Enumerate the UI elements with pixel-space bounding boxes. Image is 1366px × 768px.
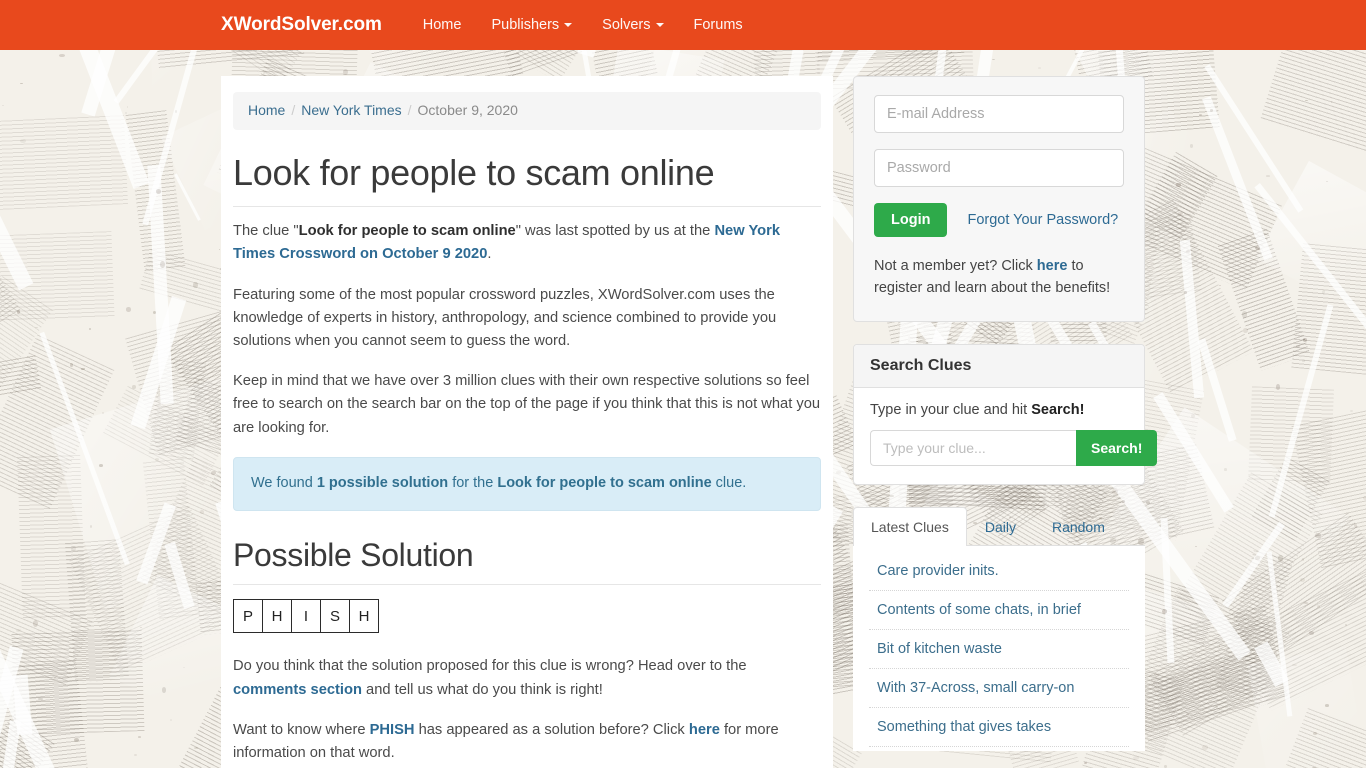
register-here-link[interactable]: here [1037,258,1068,274]
main-content-card: Home / New York Times / October 9, 2020 Look… [221,76,833,768]
intro-clue: Look for people to scam online [298,223,516,240]
site-brand[interactable]: XWordSolver.com [221,0,382,50]
solution-letter-cell: P [233,599,263,634]
search-panel-heading: Search Clues [854,345,1144,389]
register-prefix: Not a member yet? Click [874,258,1037,274]
breadcrumb: Home / New York Times / October 9, 2020 [233,92,821,130]
search-clues-panel: Search Clues Type in your clue and hit S… [853,344,1158,486]
search-hint-bold: Search! [1031,402,1085,419]
search-hint: Type in your clue and hit Search! [870,402,1128,418]
clue-link[interactable]: Contents of some chats, in brief [869,591,1129,629]
search-input[interactable] [870,430,1076,467]
list-item: Contents of some chats, in brief [869,591,1129,631]
about-paragraph: Featuring some of the most popular cross… [233,286,777,349]
clues-tabs-panel: Latest Clues Daily Random Care provider … [853,507,1145,752]
alert-suffix: clue. [711,474,747,491]
wrong-prefix: Do you think that the solution proposed … [233,658,747,675]
latest-clues-list: Care provider inits. Contents of some ch… [853,546,1145,752]
clue-intro-paragraph: The clue "Look for people to scam online… [233,220,821,266]
wrong-solution-paragraph: Do you think that the solution proposed … [233,655,821,701]
clue-link[interactable]: Bit of kitchen waste [869,630,1129,668]
solution-letter-cell: I [291,599,321,634]
solution-letter-cell: H [349,599,379,634]
comments-section-link[interactable]: comments section [233,682,362,698]
intro-suffix: . [487,246,492,263]
word-middle: has appeared as a solution before? Click [414,721,689,738]
forgot-password-link[interactable]: Forgot Your Password? [967,212,1118,228]
alert-prefix: We found [251,474,317,491]
page-title: Look for people to scam online [233,152,821,208]
nav-item-home-label: Home [422,17,462,33]
alert-clue: Look for people to scam online [497,474,712,491]
list-item: Bit of kitchen waste [869,630,1129,670]
search-button[interactable]: Search! [1076,430,1158,467]
solution-word-link[interactable]: PHISH [370,722,415,738]
word-prefix: Want to know where [233,721,370,738]
login-actions-row: Login Forgot Your Password? [874,203,1124,237]
search-input-group: Search! [870,430,1158,467]
top-navbar: XWordSolver.com Home Publishers Solvers … [0,0,1366,50]
breadcrumb-separator: / [407,102,412,118]
clue-link[interactable]: With 37-Across, small carry-on [869,669,1129,707]
alert-middle: for the [448,474,498,491]
register-note: Not a member yet? Click here to register… [874,255,1124,299]
tab-random[interactable]: Random [1034,507,1123,546]
breadcrumb-date: October 9, 2020 [417,102,518,118]
tab-daily[interactable]: Daily [967,507,1034,546]
sidebar: Login Forgot Your Password? Not a member… [853,76,1158,752]
intro-middle: " was last spotted by us at the [515,223,715,240]
clue-tabs: Latest Clues Daily Random [853,507,1145,547]
nav-item-publishers[interactable]: Publishers [476,0,587,50]
breadcrumb-publisher[interactable]: New York Times [301,102,401,118]
email-field[interactable] [874,95,1124,133]
list-item: With 37-Across, small carry-on [869,669,1129,709]
list-item: Care provider inits. [869,552,1129,592]
alert-count: 1 possible solution [316,474,449,491]
breadcrumb-home[interactable]: Home [248,102,285,118]
word-info-paragraph: Want to know where PHISH has appeared as… [233,719,821,765]
breadcrumb-separator: / [291,102,296,118]
list-item: Something that gives takes [869,708,1129,748]
search-hint-prefix: Type in your clue and hit [870,402,1032,419]
solution-count-alert: We found 1 possible solution for the Loo… [233,456,821,511]
chevron-down-icon [564,23,573,27]
solution-letter-grid[interactable]: P H I S H [233,599,821,634]
chevron-down-icon [655,23,664,27]
clue-link[interactable]: Something that gives takes [869,708,1129,746]
tab-latest-clues[interactable]: Latest Clues [853,507,967,547]
intro-prefix: The clue " [233,223,299,240]
possible-solution-heading: Possible Solution [233,537,821,586]
nav-item-solvers[interactable]: Solvers [587,0,678,50]
nav-item-home[interactable]: Home [408,0,477,50]
nav-item-forums[interactable]: Forums [679,0,758,50]
password-field[interactable] [874,149,1124,187]
nav-item-forums-label: Forums [693,17,743,33]
nav-item-solvers-label: Solvers [602,17,651,33]
database-paragraph: Keep in mind that we have over 3 million… [233,373,821,436]
solution-letter-cell: S [320,599,350,634]
wrong-suffix: and tell us what do you think is right! [361,681,603,698]
nav-item-publishers-label: Publishers [491,17,560,33]
login-panel: Login Forgot Your Password? Not a member… [853,76,1145,323]
solution-letter-cell: H [262,599,292,634]
page-container: Home / New York Times / October 9, 2020 Look… [221,50,1158,768]
login-button[interactable]: Login [874,203,948,237]
clue-link[interactable]: Care provider inits. [869,552,1129,590]
word-here-link[interactable]: here [689,722,720,738]
